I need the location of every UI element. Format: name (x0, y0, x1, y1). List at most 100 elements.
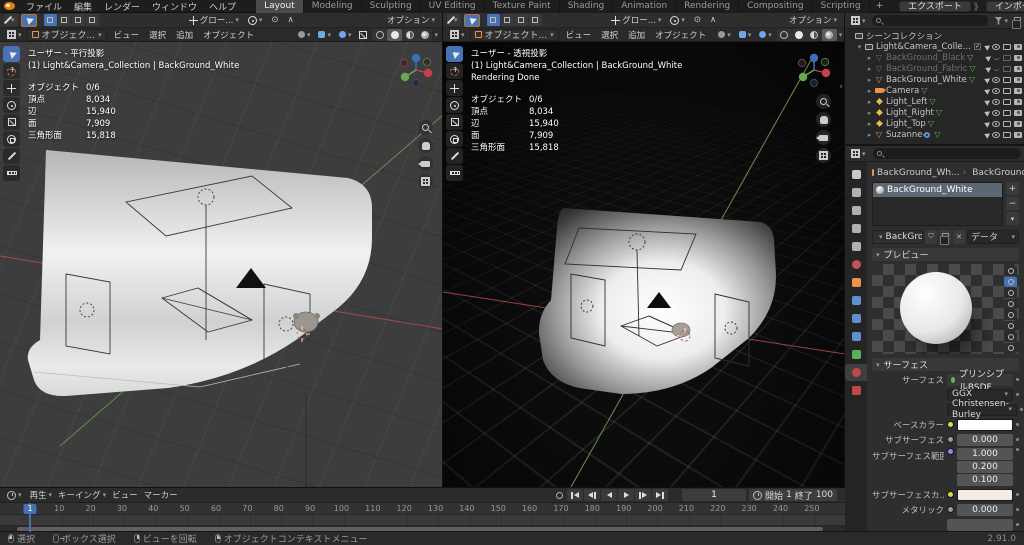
timeline-menu-キーイング[interactable]: キーイング (55, 489, 109, 501)
viewport-canvas-rendered[interactable]: ユーザー - 透視投影 (1) Light&Camera_Collection … (443, 42, 844, 487)
disable-render-icon[interactable] (1014, 120, 1022, 127)
vector-component[interactable]: 0.100 (957, 474, 1013, 486)
properties-tab-view-layer[interactable] (845, 220, 867, 237)
selectable-icon[interactable] (982, 75, 991, 84)
properties-tab-render[interactable] (845, 184, 867, 201)
preview-flat-button[interactable] (1004, 266, 1017, 276)
timeline-track[interactable] (0, 515, 845, 525)
expander-icon[interactable] (865, 120, 874, 128)
pan-button[interactable] (816, 112, 831, 127)
new-collection-icon[interactable] (1012, 17, 1021, 29)
shading-material-button[interactable] (807, 29, 822, 41)
select-mode-invert[interactable] (528, 14, 542, 26)
tool-select-box-button[interactable] (3, 46, 20, 62)
disable-render-icon[interactable] (1014, 76, 1022, 83)
selectable-icon[interactable] (982, 108, 991, 117)
tool-transform-button[interactable] (3, 131, 20, 147)
menu-render[interactable]: レンダー (98, 3, 146, 13)
current-frame-field[interactable]: 1 (682, 489, 747, 501)
expander-icon[interactable] (865, 76, 874, 84)
outliner-item-label[interactable]: Light_Right (886, 108, 934, 118)
workspace-tab-layout[interactable]: Layout (256, 0, 304, 13)
hide-eye-icon[interactable] (992, 43, 1000, 50)
fake-user-button[interactable]: ⛉ (925, 229, 937, 244)
timeline-editor-type[interactable] (4, 489, 25, 501)
outliner-row-background_white[interactable]: ▽BackGround_White▽ (845, 74, 1024, 85)
falloff-dropdown[interactable]: ∧ (285, 14, 297, 26)
slot-specials-button[interactable] (1006, 212, 1019, 225)
expander-icon[interactable] (865, 65, 874, 73)
viewport-menu-object[interactable]: オブジェクト (650, 31, 711, 41)
preview-hair-button[interactable] (1004, 299, 1017, 309)
hide-eye-icon[interactable] (992, 76, 1000, 83)
snap-toggle[interactable] (245, 14, 266, 26)
mode-selector[interactable]: オブジェク... (26, 28, 107, 41)
shading-solid-button[interactable] (792, 29, 807, 41)
vector-component[interactable]: 0.200 (957, 461, 1013, 473)
overlays-dropdown[interactable] (736, 29, 755, 41)
tool-transform-button[interactable] (446, 131, 463, 147)
expander-icon[interactable] (865, 54, 874, 62)
shading-solid-button[interactable] (387, 28, 403, 41)
viewport-menu-view[interactable]: ビュー (561, 31, 597, 41)
select-tool-button[interactable] (463, 13, 480, 27)
selectable-icon[interactable] (983, 64, 992, 73)
outliner-row-light&camera_collection[interactable]: Light&Camera_Collection (845, 41, 1024, 52)
breadcrumb-material[interactable]: BackGround_Wh... (972, 168, 1024, 178)
shading-dropdown-icon[interactable] (839, 30, 843, 40)
select-mode-extend[interactable] (500, 14, 514, 26)
gizmos-dropdown[interactable] (295, 29, 314, 41)
selectable-icon[interactable] (982, 42, 991, 51)
disable-render-icon[interactable] (1014, 109, 1022, 116)
gizmos-dropdown[interactable] (715, 29, 734, 41)
disable-viewport-icon[interactable] (1003, 65, 1011, 72)
timeline-menu-ビュー[interactable]: ビュー (109, 489, 141, 501)
scene-collection-label[interactable]: シーンコレクション (866, 30, 942, 42)
tool-move-button[interactable] (446, 80, 463, 96)
tool-measure-button[interactable] (3, 165, 20, 181)
properties-editor-type[interactable] (848, 148, 869, 160)
viewport-menu-select[interactable]: 選択 (596, 31, 623, 41)
falloff-dropdown[interactable]: ∧ (707, 14, 719, 26)
navigation-gizmo[interactable] (794, 50, 834, 90)
hide-eye-icon[interactable] (992, 131, 1000, 138)
hidden-eye-icon[interactable] (993, 56, 1000, 60)
link-mode-dropdown[interactable]: データ (967, 229, 1019, 244)
viewport-menu-object[interactable]: オブジェクト (198, 31, 259, 41)
workspace-tab-modeling[interactable]: Modeling (303, 0, 362, 13)
tool-select-box-button[interactable] (446, 46, 463, 62)
tool-annotate-button[interactable] (446, 148, 463, 164)
remove-slot-button[interactable] (1006, 197, 1019, 210)
hidden-eye-icon[interactable] (993, 67, 1000, 71)
exclude-checkbox[interactable] (974, 43, 981, 50)
properties-tab-world[interactable] (845, 256, 867, 273)
disable-render-icon[interactable] (1014, 65, 1022, 72)
timeline-menu-再生[interactable]: 再生 (27, 489, 56, 501)
camera-view-button[interactable] (418, 156, 433, 171)
material-datablock[interactable]: BackGround_... (872, 229, 923, 244)
tool-annotate-button[interactable] (3, 148, 20, 164)
shading-wireframe-button[interactable] (372, 29, 387, 41)
properties-tab-scene[interactable] (845, 238, 867, 255)
add-workspace-button[interactable]: + (870, 1, 890, 11)
field-color-3[interactable] (957, 488, 1013, 501)
outliner-item-label[interactable]: Suzanne (886, 130, 922, 140)
select-mode-extend[interactable] (57, 14, 71, 26)
menu-edit[interactable]: 編集 (68, 3, 98, 13)
next-keyframe-button[interactable] (635, 489, 652, 501)
shading-wireframe-button[interactable] (777, 29, 792, 41)
viewport-menu-add[interactable]: 追加 (171, 31, 198, 41)
hide-eye-icon[interactable] (992, 109, 1000, 116)
disable-viewport-icon[interactable] (1003, 76, 1011, 83)
tool-cursor-button[interactable] (446, 63, 463, 79)
start-frame-field[interactable]: 1 (786, 490, 792, 500)
selectable-icon[interactable] (982, 86, 991, 95)
material-slot-name[interactable]: BackGround_White (887, 185, 973, 195)
expander-icon[interactable] (865, 98, 874, 106)
tool-scale-button[interactable] (446, 114, 463, 130)
viewport-menu-view[interactable]: ビュー (109, 31, 145, 41)
disable-viewport-icon[interactable] (1003, 87, 1011, 94)
tool-measure-button[interactable] (446, 165, 463, 181)
preview-cloth-button[interactable] (1004, 321, 1017, 331)
outliner-row-background_fabric[interactable]: ▽BackGround_Fabric▽ (845, 63, 1024, 74)
